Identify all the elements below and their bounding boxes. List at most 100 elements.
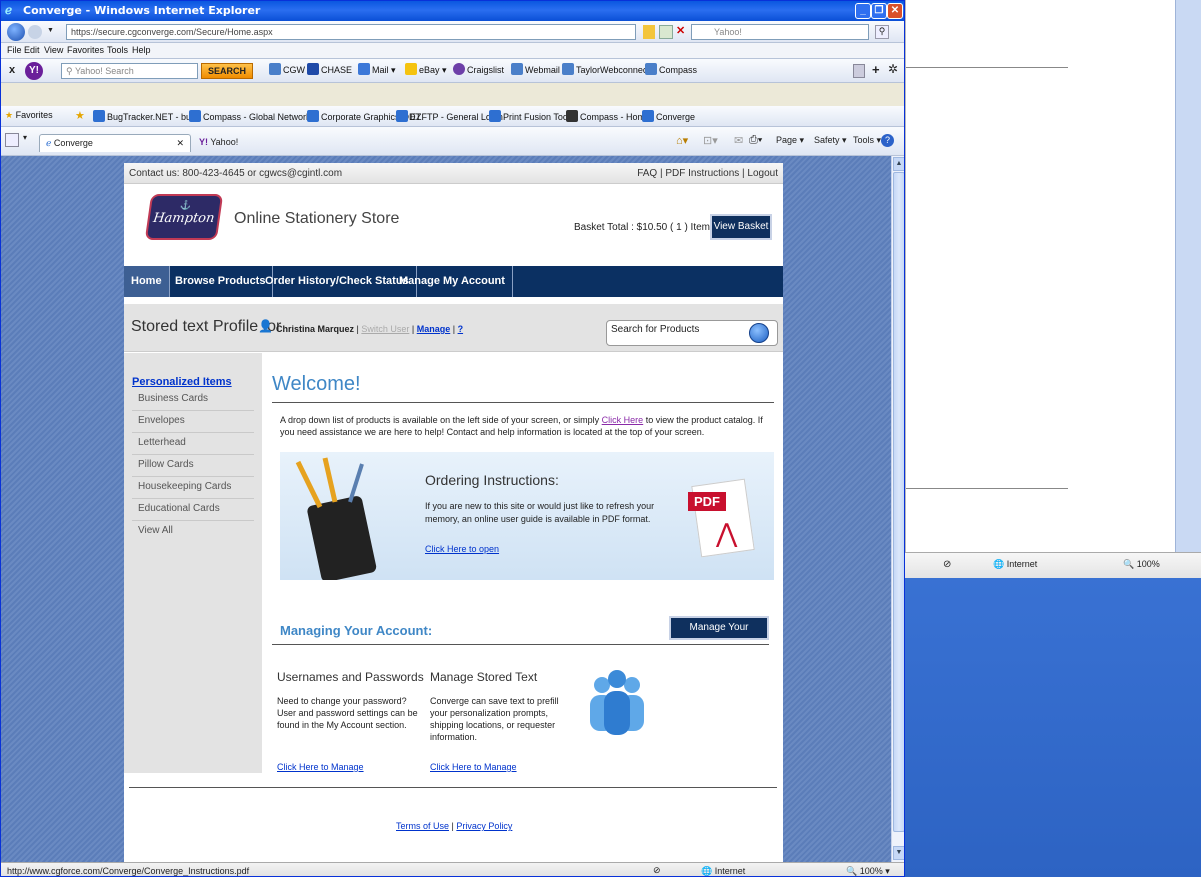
yahoo-search-button[interactable]: SEARCH — [201, 63, 253, 79]
feeds-icon[interactable]: ⊡▾ — [703, 134, 718, 147]
tools-menu[interactable]: Tools ▾ — [853, 135, 881, 146]
privacy-icon[interactable]: ⊘ — [653, 865, 661, 876]
switch-user-link[interactable]: Switch User — [361, 324, 409, 334]
users-group-icon — [590, 670, 644, 735]
pdf-icon[interactable]: PDF ⋀ — [688, 478, 755, 558]
toolbar-options-icon[interactable] — [853, 64, 865, 78]
add-favorite-icon[interactable]: ★ — [75, 109, 85, 122]
lock-icon[interactable] — [643, 25, 655, 39]
forward-icon[interactable] — [28, 25, 42, 39]
ordering-text: If you are new to this site or would jus… — [425, 501, 655, 524]
restore-button[interactable]: ❐ — [871, 3, 887, 19]
terms-link[interactable]: Terms of Use — [396, 821, 449, 831]
manage-stored-text-link[interactable]: Click Here to Manage — [430, 762, 517, 772]
welcome-heading: Welcome! — [272, 373, 361, 395]
sidebar-item-view-all[interactable]: View All — [132, 521, 254, 543]
add-icon[interactable]: + — [872, 62, 880, 77]
gear-icon[interactable]: ✲ — [888, 62, 898, 76]
background-window — [905, 0, 1175, 552]
scroll-up-icon[interactable]: ▲ — [893, 157, 904, 171]
fav-bugtracker[interactable]: BugTracker.NET - bugs — [93, 110, 201, 122]
hampton-logo[interactable]: ⚓ Hampton — [144, 194, 224, 240]
open-pdf-link[interactable]: Click Here to open — [425, 544, 499, 554]
quick-tabs-icon[interactable] — [5, 133, 19, 147]
tab-converge[interactable]: ℯ Converge ✕ — [39, 134, 191, 152]
help-icon[interactable]: ? — [881, 134, 894, 147]
close-tab-icon[interactable]: ✕ — [176, 138, 184, 149]
manage-link[interactable]: Manage — [417, 324, 451, 334]
tab-yahoo[interactable]: Y! Yahoo! — [193, 134, 313, 152]
menu-file[interactable]: File — [7, 45, 22, 55]
toolbar-mail[interactable]: Mail ▾ — [358, 63, 396, 76]
zoom-control[interactable]: 🔍 100% ▾ — [846, 866, 890, 876]
product-search-input[interactable]: Search for Products — [606, 320, 778, 346]
privacy-link[interactable]: Privacy Policy — [456, 821, 512, 831]
top-links[interactable]: FAQ | PDF Instructions | Logout — [637, 168, 778, 179]
nav-home[interactable]: Home — [124, 266, 170, 297]
manage-usernames-link[interactable]: Click Here to Manage — [277, 762, 364, 772]
mail-icon — [358, 63, 370, 75]
vertical-scrollbar[interactable]: ▲ ▼ — [891, 156, 904, 862]
fav-converge[interactable]: Converge — [642, 110, 695, 122]
scroll-down-icon[interactable]: ▼ — [893, 846, 904, 860]
nav-manage-account[interactable]: Manage My Account — [392, 266, 513, 297]
yahoo-logo-icon[interactable]: Y! — [25, 62, 43, 80]
toolbar-compass[interactable]: Compass — [645, 63, 697, 75]
left-sidebar: Personalized Items Business Cards Envelo… — [124, 353, 262, 773]
manage-account-button[interactable]: Manage Your Account — [669, 616, 769, 653]
peace-icon — [453, 63, 465, 75]
toolbar-ebay[interactable]: eBay ▾ — [405, 63, 447, 76]
toolbar-chase[interactable]: CHASE — [307, 63, 352, 75]
read-mail-icon[interactable]: ✉ — [734, 134, 743, 147]
yahoo-search-input[interactable]: Yahoo! — [691, 24, 869, 40]
fav-compass-home[interactable]: Compass - Home — [566, 110, 650, 122]
tab-list-icon[interactable]: ▾ — [23, 133, 27, 142]
safety-menu[interactable]: Safety ▾ — [814, 135, 847, 146]
sidebar-item-letterhead[interactable]: Letterhead — [132, 433, 254, 455]
close-button[interactable]: ✕ — [887, 3, 903, 19]
print-icon[interactable]: ⎙▾ — [749, 134, 762, 147]
scroll-thumb[interactable] — [893, 172, 904, 832]
menu-help[interactable]: Help — [132, 45, 151, 55]
menu-edit[interactable]: Edit — [24, 45, 40, 55]
fav-print-fusion[interactable]: Print Fusion Tool — [489, 110, 570, 122]
yahoo-toolbar-search-input[interactable]: ⚲ Yahoo! Search — [61, 63, 198, 79]
sidebar-item-envelopes[interactable]: Envelopes — [132, 411, 254, 433]
home-icon[interactable]: ⌂▾ — [676, 134, 688, 147]
url-input[interactable]: https://secure.cgconverge.com/Secure/Hom… — [66, 24, 636, 40]
help-link[interactable]: ? — [458, 324, 464, 334]
toolbar-cgw[interactable]: CGW — [269, 63, 305, 75]
catalog-link[interactable]: Click Here — [602, 415, 644, 425]
sidebar-item-business-cards[interactable]: Business Cards — [132, 389, 254, 411]
favorites-button[interactable]: ★ Favorites — [5, 110, 53, 121]
stop-icon[interactable]: ✕ — [676, 24, 685, 37]
minimize-button[interactable]: _ — [855, 3, 871, 19]
fav-ezftp[interactable]: EZFTP - General Login — [396, 110, 503, 122]
sidebar-item-educational-cards[interactable]: Educational Cards — [132, 499, 254, 521]
personalized-items-heading[interactable]: Personalized Items — [132, 376, 232, 388]
toolbar-taylorwebconnect[interactable]: TaylorWebconnect — [562, 63, 650, 75]
fav-compass-global[interactable]: Compass - Global Network — [189, 110, 311, 122]
ie-logo-icon: ℯ — [5, 3, 13, 17]
view-basket-button[interactable]: View Basket — [710, 214, 772, 240]
back-icon[interactable] — [7, 23, 25, 41]
profile-bar: Stored text Profile for 👤 Christina Marq… — [124, 304, 783, 352]
divider — [272, 644, 769, 645]
menu-favorites[interactable]: Favorites — [67, 45, 104, 55]
yahoo-logo-icon: Y! — [199, 137, 208, 147]
background-scrollbar[interactable] — [1175, 0, 1201, 552]
search-button[interactable] — [749, 323, 769, 343]
search-icon[interactable]: ⚲ — [875, 25, 889, 39]
sidebar-item-pillow-cards[interactable]: Pillow Cards — [132, 455, 254, 477]
toolbar-craigslist[interactable]: Craigslist — [453, 63, 504, 75]
menu-view[interactable]: View — [44, 45, 63, 55]
footer-divider — [129, 787, 777, 788]
sidebar-item-housekeeping-cards[interactable]: Housekeeping Cards — [132, 477, 254, 499]
toolbar-close-icon[interactable]: x — [9, 64, 15, 76]
toolbar-webmail[interactable]: Webmail — [511, 63, 560, 75]
zoom-label[interactable]: 🔍 100% — [1123, 559, 1160, 570]
history-dropdown-icon[interactable]: ▼ — [47, 27, 54, 34]
refresh-icon[interactable] — [659, 25, 673, 39]
menu-tools[interactable]: Tools — [107, 45, 128, 55]
page-menu[interactable]: Page ▾ — [776, 135, 804, 146]
